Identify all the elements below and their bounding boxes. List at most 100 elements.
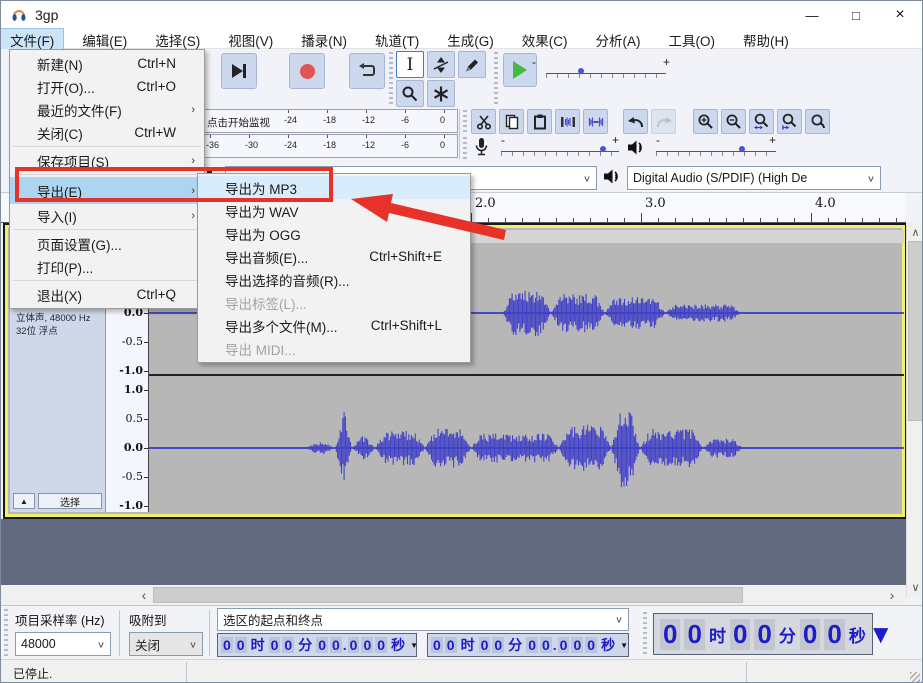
selection-tool-button[interactable]: I <box>396 51 424 78</box>
time-digit[interactable]: 0 <box>234 637 247 653</box>
export-menu-item-8[interactable]: 导出 MIDI... <box>198 337 470 360</box>
time-digit[interactable]: 0 <box>754 618 775 650</box>
time-digit[interactable]: 0 <box>268 637 281 653</box>
menubar-item-1[interactable]: 文件(F) <box>1 28 65 50</box>
file-menu-item-2[interactable]: 打开(O)... Ctrl+O <box>10 75 204 98</box>
recording-volume-thumb[interactable] <box>599 146 606 152</box>
selection-mode-select[interactable]: 选区的起点和终点 ∨ <box>217 608 629 631</box>
menubar-item-5[interactable]: 播录(N) <box>292 29 356 49</box>
scroll-up-arrow[interactable]: ∧ <box>907 223 922 241</box>
selection-start-time[interactable]: 0 0 时 0 0 分 0 0. 0 0 0 秒 ▼ <box>217 633 418 657</box>
menubar-item-8[interactable]: 效果(C) <box>513 29 577 49</box>
collapse-track-button[interactable]: ▲ <box>13 493 35 509</box>
multi-tool-button[interactable] <box>427 80 455 107</box>
time-digit[interactable]: 0 <box>444 637 457 653</box>
time-digit[interactable]: 0 <box>431 637 443 653</box>
zoom-in-button[interactable] <box>693 109 718 134</box>
selection-end-time[interactable]: 0 0 时 0 0 分 0 0. 0 0 0 秒 ▼ <box>427 633 629 657</box>
copy-button[interactable] <box>499 109 524 134</box>
track-select-button[interactable]: 选择 <box>38 493 102 509</box>
time-digit[interactable]: 0 <box>585 637 598 653</box>
draw-tool-button[interactable] <box>458 51 486 78</box>
zoom-tool-button[interactable] <box>396 80 424 107</box>
minimize-button[interactable]: — <box>790 1 834 29</box>
time-digit[interactable]: 0 <box>329 637 342 653</box>
envelope-tool-button[interactable] <box>427 51 455 78</box>
cut-button[interactable] <box>471 109 496 134</box>
trim-audio-button[interactable] <box>555 109 580 134</box>
toolbar-grip[interactable] <box>494 52 498 106</box>
playback-volume-thumb[interactable] <box>738 146 745 152</box>
file-menu-item-4[interactable]: 关闭(C) Ctrl+W <box>10 121 204 144</box>
menubar-item-3[interactable]: 选择(S) <box>146 29 209 49</box>
paste-button[interactable] <box>527 109 552 134</box>
file-menu-item-3[interactable]: 最近的文件(F) › <box>10 98 204 121</box>
time-digit[interactable]: 0 <box>684 618 705 650</box>
file-menu-item-11[interactable]: 页面设置(G)... <box>10 232 204 255</box>
toolbar-grip[interactable] <box>643 612 647 656</box>
recording-volume-slider[interactable]: - + <box>501 133 619 159</box>
zoom-selection-button[interactable] <box>749 109 774 134</box>
zoom-toggle-button[interactable] <box>805 109 830 134</box>
redo-button[interactable] <box>651 109 676 134</box>
export-menu-item-7[interactable]: 导出多个文件(M)... Ctrl+Shift+L <box>198 314 470 337</box>
playspeed-slider[interactable]: - + <box>532 55 670 81</box>
silence-audio-button[interactable] <box>583 109 608 134</box>
vscroll-thumb[interactable] <box>908 241 922 421</box>
toolbar-grip[interactable] <box>389 52 393 106</box>
menubar-item-10[interactable]: 工具(O) <box>660 29 725 49</box>
time-digit[interactable]: 0 <box>571 637 584 653</box>
scroll-left-arrow[interactable]: ‹ <box>135 585 153 605</box>
resize-grip[interactable] <box>910 672 920 682</box>
playback-device-select[interactable]: Digital Audio (S/PDIF) (High De ∨ <box>627 166 881 190</box>
time-format-dropdown[interactable]: ▼ <box>620 641 628 650</box>
scroll-right-arrow[interactable]: › <box>883 585 901 605</box>
menubar-item-7[interactable]: 生成(G) <box>438 29 503 49</box>
time-digit[interactable]: 0 <box>526 637 538 653</box>
time-digit[interactable]: 0 <box>478 637 491 653</box>
time-digit[interactable]: 0 <box>375 637 388 653</box>
zoom-out-button[interactable] <box>721 109 746 134</box>
menubar-item-6[interactable]: 轨道(T) <box>366 29 428 49</box>
menubar-item-9[interactable]: 分析(A) <box>587 29 650 49</box>
hscroll-thumb[interactable] <box>153 587 743 603</box>
project-rate-select[interactable]: 48000 ∨ <box>15 632 111 656</box>
time-digit[interactable]: 0 <box>539 637 552 653</box>
horizontal-scrollbar[interactable]: ‹ › <box>1 585 906 605</box>
time-digit[interactable]: 0 <box>282 637 295 653</box>
export-menu-item-6[interactable]: 导出标签(L)... <box>198 291 470 314</box>
loop-button[interactable] <box>349 53 385 89</box>
scroll-down-arrow[interactable]: ∨ <box>907 578 922 596</box>
playback-volume-slider[interactable]: - + <box>656 133 776 159</box>
undo-button[interactable] <box>623 109 648 134</box>
time-digit[interactable]: 0 <box>361 637 374 653</box>
skip-end-button[interactable] <box>221 53 257 89</box>
time-digit[interactable]: 0 <box>221 637 233 653</box>
meter-monitor-label[interactable]: 点击开始监视 <box>207 115 270 130</box>
toolbar-grip[interactable] <box>463 137 467 159</box>
file-menu-item-14[interactable]: 退出(X) Ctrl+Q <box>10 283 204 306</box>
time-digit[interactable]: . <box>553 637 557 653</box>
zoom-fit-button[interactable] <box>777 109 802 134</box>
recording-meter[interactable]: 点击开始监视 -24 -18 -12 -6 0 <box>198 109 458 133</box>
toolbar-grip[interactable] <box>463 110 467 133</box>
toolbar-grip[interactable] <box>4 609 8 657</box>
menubar-item-4[interactable]: 视图(V) <box>219 29 282 49</box>
file-menu-item-12[interactable]: 打印(P)... <box>10 255 204 278</box>
maximize-button[interactable]: □ <box>834 1 878 29</box>
time-digit[interactable]: 0 <box>824 618 845 650</box>
time-format-dropdown[interactable]: ▼ <box>868 619 894 650</box>
audio-position-time[interactable]: 0 0 时 0 0 分 0 0 秒 ▼ <box>653 613 894 655</box>
record-button[interactable] <box>289 53 325 89</box>
time-digit[interactable]: 0 <box>316 637 328 653</box>
export-menu-item-5[interactable]: 导出选择的音频(R)... <box>198 268 470 291</box>
vertical-scrollbar[interactable]: ∧ ∨ <box>906 223 922 598</box>
close-button[interactable]: × <box>878 1 922 29</box>
time-format-dropdown[interactable]: ▼ <box>410 641 418 650</box>
menubar-item-2[interactable]: 编辑(E) <box>73 29 136 49</box>
time-digit[interactable]: 0 <box>660 618 681 650</box>
time-digit[interactable]: 0 <box>729 618 751 650</box>
time-digit[interactable]: . <box>343 637 347 653</box>
time-digit[interactable]: 0 <box>799 618 821 650</box>
file-menu-item-1[interactable]: 新建(N) Ctrl+N <box>10 52 204 75</box>
